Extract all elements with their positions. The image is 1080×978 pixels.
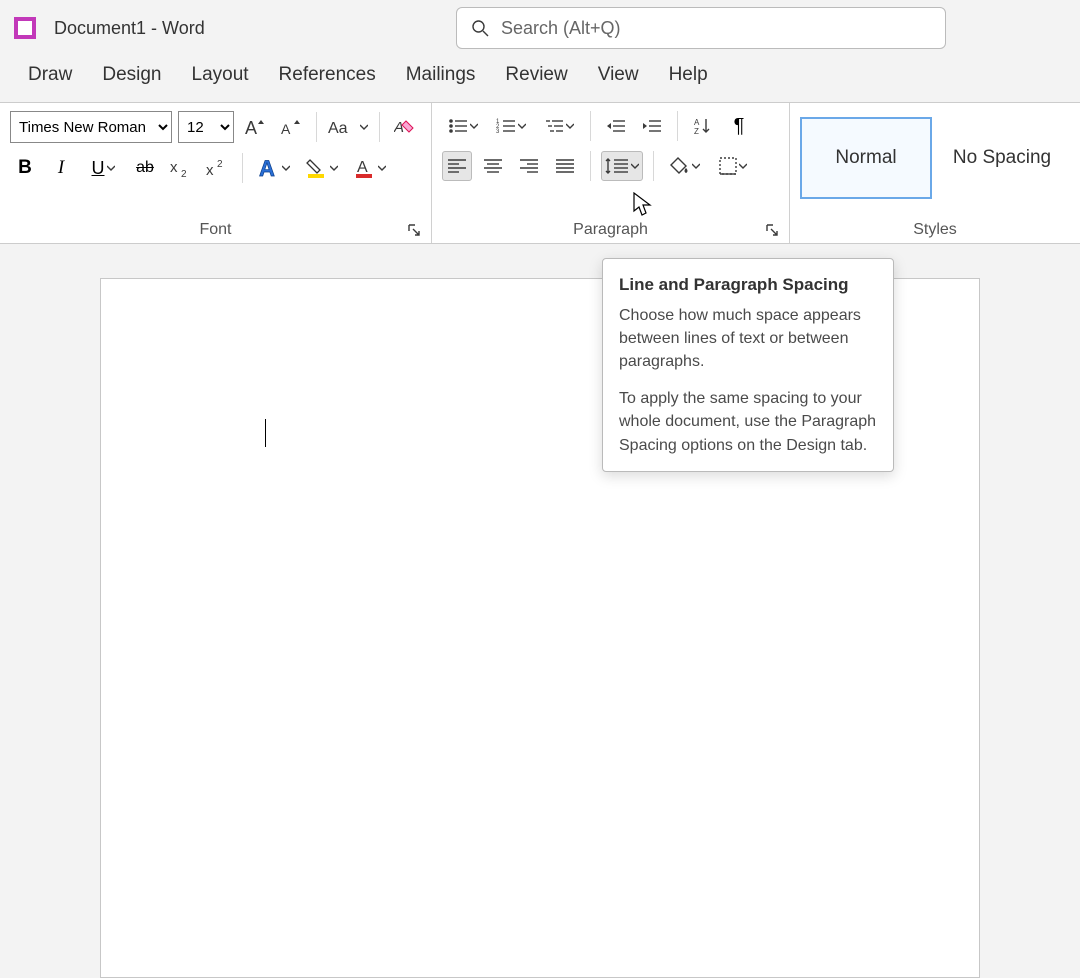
title-bar: Document1 - Word Search (Alt+Q) — [0, 0, 1080, 56]
document-area — [0, 252, 1080, 694]
change-case-button[interactable]: Aa — [327, 112, 369, 142]
search-box[interactable]: Search (Alt+Q) — [456, 7, 946, 49]
grow-font-button[interactable]: A — [240, 112, 270, 142]
svg-text:3: 3 — [496, 129, 500, 134]
underline-button[interactable]: U — [82, 153, 124, 183]
font-dialog-launcher[interactable] — [407, 223, 423, 239]
subscript-button[interactable]: x2 — [166, 153, 196, 183]
group-label-paragraph: Paragraph — [442, 217, 779, 239]
svg-text:A: A — [281, 121, 291, 137]
paragraph-dialog-launcher[interactable] — [765, 223, 781, 239]
align-right-button[interactable] — [514, 151, 544, 181]
font-size-select[interactable]: 12 — [178, 111, 234, 143]
bold-button[interactable]: B — [10, 153, 40, 183]
multilevel-list-button[interactable] — [538, 111, 580, 141]
text-effects-button[interactable]: A — [253, 153, 295, 183]
align-center-button[interactable] — [478, 151, 508, 181]
style-normal[interactable]: Normal — [800, 117, 932, 199]
superscript-button[interactable]: x2 — [202, 153, 232, 183]
svg-text:A: A — [259, 157, 275, 179]
group-label-font: Font — [10, 217, 421, 239]
bullets-button[interactable] — [442, 111, 484, 141]
numbering-button[interactable]: 123 — [490, 111, 532, 141]
clear-formatting-button[interactable]: A — [390, 112, 420, 142]
sort-button[interactable]: AZ — [688, 111, 718, 141]
group-label-styles: Styles — [800, 217, 1070, 239]
tab-draw[interactable]: Draw — [28, 64, 72, 86]
align-left-button[interactable] — [442, 151, 472, 181]
tab-layout[interactable]: Layout — [192, 64, 249, 86]
tooltip-body-2: To apply the same spacing to your whole … — [619, 387, 877, 457]
svg-text:A: A — [245, 118, 257, 138]
svg-text:A: A — [394, 119, 404, 136]
font-color-button[interactable]: A — [349, 153, 391, 183]
group-font: Times New Roman 12 A A Aa A B I U ab x2 … — [0, 103, 432, 243]
tab-mailings[interactable]: Mailings — [406, 64, 476, 86]
tab-view[interactable]: View — [598, 64, 639, 86]
document-title: Document1 - Word — [54, 18, 205, 39]
style-no-spacing[interactable]: No Spacing — [936, 117, 1068, 199]
font-name-select[interactable]: Times New Roman — [10, 111, 172, 143]
show-hide-button[interactable]: ¶ — [724, 111, 754, 141]
justify-button[interactable] — [550, 151, 580, 181]
borders-button[interactable] — [712, 151, 754, 181]
increase-indent-button[interactable] — [637, 111, 667, 141]
ribbon: Times New Roman 12 A A Aa A B I U ab x2 … — [0, 102, 1080, 244]
line-spacing-button[interactable] — [601, 151, 643, 181]
svg-text:A: A — [694, 118, 700, 127]
search-icon — [471, 19, 489, 37]
ribbon-tabs: Draw Design Layout References Mailings R… — [0, 56, 1080, 102]
tooltip-body-1: Choose how much space appears between li… — [619, 304, 877, 374]
svg-text:2: 2 — [217, 159, 223, 170]
search-placeholder: Search (Alt+Q) — [501, 18, 621, 39]
strikethrough-button[interactable]: ab — [130, 153, 160, 183]
highlight-button[interactable] — [301, 153, 343, 183]
tooltip-line-spacing: Line and Paragraph Spacing Choose how mu… — [602, 258, 894, 472]
svg-text:2: 2 — [181, 169, 187, 178]
svg-text:x: x — [170, 159, 178, 176]
shrink-font-button[interactable]: A — [276, 112, 306, 142]
save-icon[interactable] — [14, 17, 36, 39]
group-styles: Normal No Spacing Styles — [790, 103, 1080, 243]
svg-text:Aa: Aa — [328, 120, 348, 137]
tab-help[interactable]: Help — [669, 64, 708, 86]
svg-text:Z: Z — [694, 127, 699, 135]
tab-design[interactable]: Design — [102, 64, 161, 86]
text-caret — [265, 419, 266, 447]
italic-button[interactable]: I — [46, 153, 76, 183]
svg-text:A: A — [357, 159, 368, 176]
tab-review[interactable]: Review — [505, 64, 567, 86]
decrease-indent-button[interactable] — [601, 111, 631, 141]
tooltip-title: Line and Paragraph Spacing — [619, 273, 877, 298]
tab-references[interactable]: References — [279, 64, 376, 86]
svg-text:x: x — [206, 162, 214, 178]
shading-button[interactable] — [664, 151, 706, 181]
group-paragraph: 123 AZ ¶ Paragraph — [432, 103, 790, 243]
